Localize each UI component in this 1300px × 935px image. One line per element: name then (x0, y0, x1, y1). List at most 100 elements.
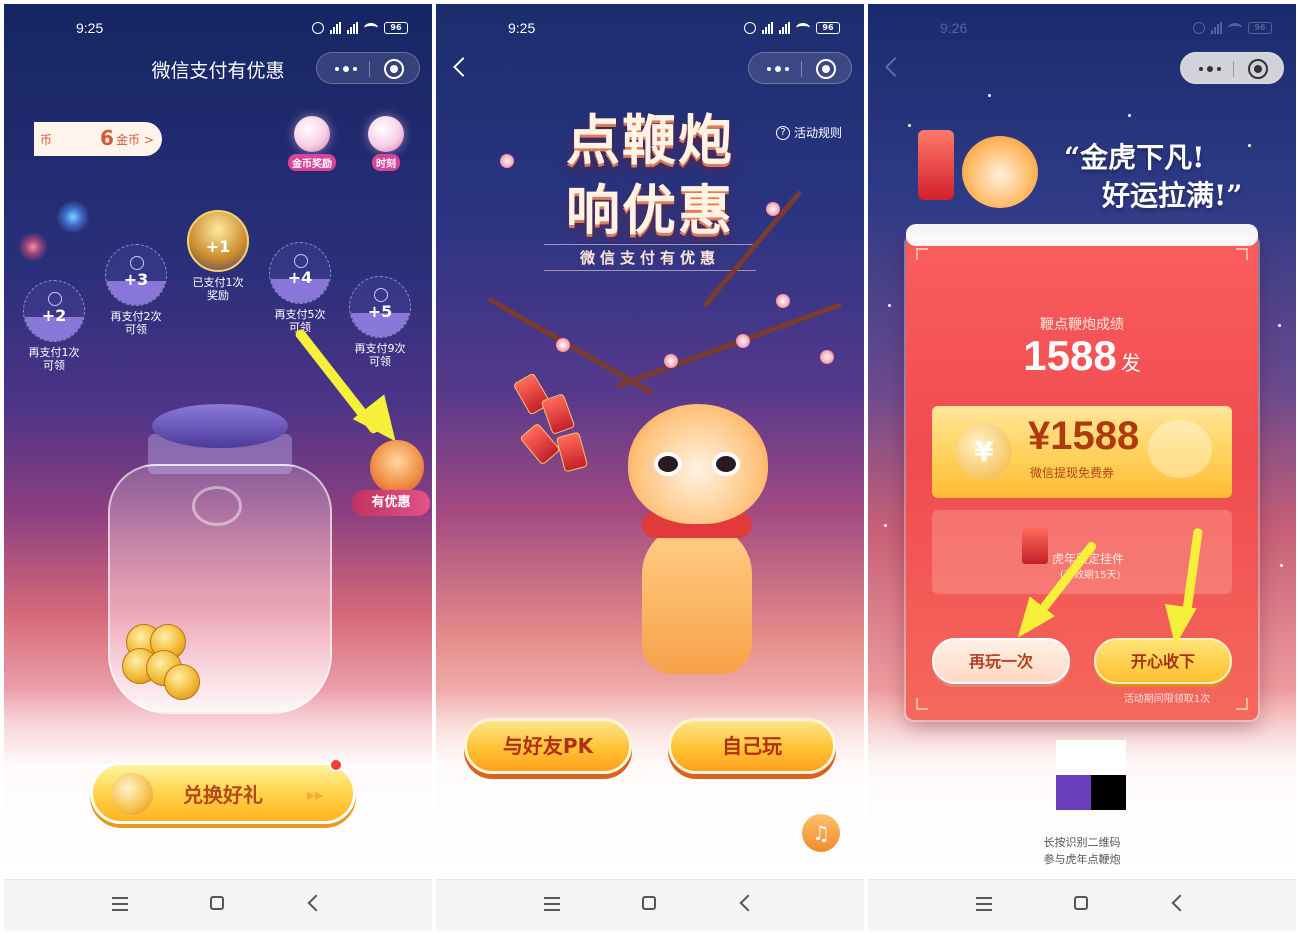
quote-line-2: 好运拉满!” (1102, 179, 1243, 212)
android-nav-bar (4, 879, 432, 931)
play-again-button[interactable]: 再玩一次 (932, 638, 1070, 684)
reward-node-claimed[interactable]: +1 已支付1次 奖励 (178, 210, 258, 302)
coupon-description: 微信提现免费券 (1030, 466, 1115, 480)
signal-icon (1211, 22, 1222, 34)
more-icon[interactable] (767, 66, 789, 72)
back-icon[interactable] (1171, 894, 1189, 912)
snowflake (884, 524, 887, 527)
jar-lid (152, 404, 288, 448)
pk-with-friends-button[interactable]: 与好友PK (464, 718, 632, 774)
reward-ring: +3 (105, 244, 167, 306)
coin-unit-text: 金币 (116, 133, 141, 147)
yen-icon: ¥ (956, 424, 1012, 480)
fast-forward-icon: ▸▸ (306, 785, 323, 804)
wechat-pay-logo-icon (192, 486, 242, 526)
tiger-promo-icon[interactable] (370, 440, 424, 494)
back-chevron-icon[interactable] (885, 57, 905, 77)
status-bar: 9:26 96 (868, 4, 1296, 48)
capsule-divider (369, 61, 370, 77)
signal-icon-2 (347, 22, 358, 34)
reward-node-2[interactable]: +3 再支付2次 可领 (96, 244, 176, 336)
screen-coin-jar: 9:25 96 微信支付有优惠 币 6 金币 > 金币奖励 时刻 +2 再支付1… (4, 4, 432, 931)
tiger-mascot (602, 404, 802, 704)
menu-icon[interactable] (976, 897, 992, 911)
firework-decoration (56, 200, 90, 234)
music-toggle-icon[interactable]: ♫ (802, 814, 840, 852)
status-icons: 96 (312, 21, 408, 35)
plum-branch (615, 302, 843, 389)
reward-condition: 再支付1次 可领 (28, 346, 80, 372)
menu-icon[interactable] (112, 897, 128, 911)
screen-content: 9:26 96 “金虎下凡! 好运拉满!” 鞭点鞭炮成绩 1588 发 ¥ ¥1… (868, 4, 1296, 879)
qr-tip-line-2: 参与虎年点鞭炮 (1043, 853, 1121, 866)
promo-tag[interactable]: 有优惠 (352, 490, 430, 516)
card-corner (916, 248, 928, 260)
pendant-icon (1022, 528, 1048, 564)
miniprogram-capsule (748, 52, 852, 84)
gold-coins-pile (120, 620, 200, 700)
status-time: 9:26 (940, 20, 968, 36)
wechat-pay-icon (48, 292, 62, 306)
collect-button[interactable]: 开心收下 (1094, 638, 1232, 684)
qr-code[interactable] (1056, 740, 1126, 810)
status-bar: 9:25 96 (436, 4, 864, 48)
alarm-icon (744, 22, 756, 34)
wifi-icon (364, 23, 378, 33)
close-miniprogram-icon[interactable] (816, 59, 836, 79)
status-time: 9:25 (76, 20, 104, 36)
screen-content: 9:25 96 微信支付有优惠 币 6 金币 > 金币奖励 时刻 +2 再支付1… (4, 4, 432, 879)
screen-content: 9:25 96 ? 活动规则 点鞭炮 响优惠 微信支付有优惠 与好友PK 自己玩… (436, 4, 864, 879)
plum-blossom (664, 354, 678, 368)
battery-icon: 96 (816, 22, 840, 34)
reward-node-5[interactable]: +5 再支付9次 可领 (340, 276, 420, 368)
more-icon[interactable] (335, 66, 357, 72)
reward-condition: 再支付2次 可领 (110, 310, 162, 336)
reward-value: +4 (287, 268, 313, 287)
android-nav-bar (868, 879, 1296, 931)
reward-value: +3 (123, 270, 149, 289)
firecracker (918, 130, 954, 200)
reward-ring: +5 (349, 276, 411, 338)
coin-balance-pill[interactable]: 币 6 金币 > (34, 122, 162, 156)
coin-unit: 金币 > (116, 131, 154, 148)
withdraw-coupon: ¥ ¥1588 微信提现免费券 (932, 406, 1232, 498)
more-icon[interactable] (1199, 66, 1221, 72)
close-miniprogram-icon[interactable] (384, 59, 404, 79)
back-icon[interactable] (739, 894, 757, 912)
back-chevron-icon[interactable] (453, 57, 473, 77)
firecracker (555, 431, 589, 473)
plum-blossom (820, 350, 834, 364)
coin-reward-label: 金币奖励 (288, 154, 336, 171)
back-icon[interactable] (307, 894, 325, 912)
reward-value: +5 (367, 302, 393, 321)
snowflake (1248, 144, 1251, 147)
wechat-check-icon (1148, 420, 1212, 478)
qr-tip-line-1: 长按识别二维码 (1043, 836, 1121, 849)
reward-node-1[interactable]: +2 再支付1次 可领 (14, 280, 94, 372)
moments-entry[interactable]: 时刻 (358, 116, 414, 171)
wechat-pay-icon (130, 256, 144, 270)
tiger-with-firecracker (918, 130, 1038, 230)
moments-label: 时刻 (372, 154, 400, 171)
home-icon[interactable] (1074, 896, 1088, 910)
home-icon[interactable] (210, 896, 224, 910)
wechat-pay-icon (294, 254, 308, 268)
close-miniprogram-icon[interactable] (1248, 59, 1268, 79)
signal-icon-2 (779, 22, 790, 34)
coin-reward-entry[interactable]: 金币奖励 (284, 116, 340, 171)
reward-condition: 已支付1次 奖励 (192, 276, 244, 302)
score-label: 鞭点鞭炮成绩 (1040, 317, 1124, 333)
signal-icon (330, 22, 341, 34)
home-icon[interactable] (642, 896, 656, 910)
play-solo-button[interactable]: 自己玩 (668, 718, 836, 774)
reward-node-4[interactable]: +4 再支付5次 可领 (260, 242, 340, 334)
wifi-icon (1228, 23, 1242, 33)
snowflake (1128, 114, 1131, 117)
menu-icon[interactable] (544, 897, 560, 911)
alarm-icon (312, 22, 324, 34)
reward-ring: +2 (23, 280, 85, 342)
wifi-icon (796, 23, 810, 33)
chevron-right-icon: > (143, 133, 154, 147)
redeem-gifts-button[interactable]: 兑换好礼 ▸▸ (90, 762, 356, 824)
plum-blossom (776, 294, 790, 308)
